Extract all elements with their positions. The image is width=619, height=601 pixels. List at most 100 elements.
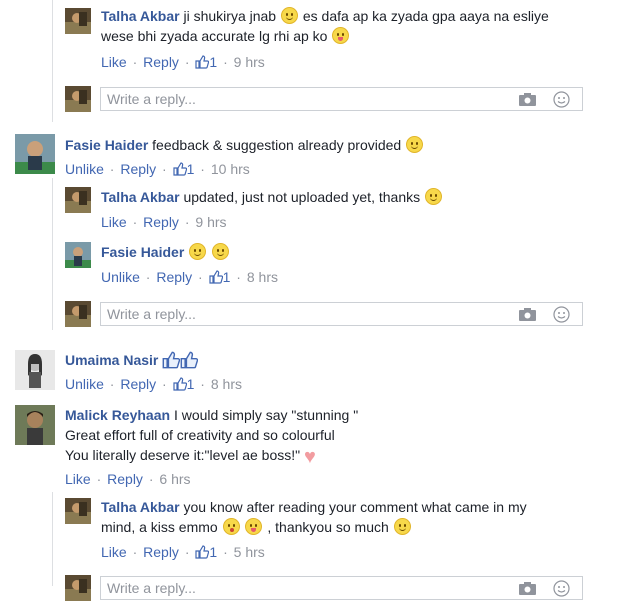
comment-text: wese bhi zyada accurate lg rhi ap ko bbox=[101, 28, 332, 44]
comment-actions: Like · Reply · 9 hrs bbox=[101, 214, 227, 230]
comment-author[interactable]: Umaima Nasir bbox=[65, 352, 158, 368]
thumbs-up-icon bbox=[180, 351, 199, 369]
thread-line bbox=[52, 0, 53, 122]
camera-icon[interactable] bbox=[519, 308, 536, 321]
smiley-emoji bbox=[406, 136, 424, 153]
tongue-emoji bbox=[332, 27, 350, 44]
heart-emoji: ♥ bbox=[304, 446, 316, 468]
avatar-talha bbox=[65, 86, 91, 112]
smiley-emoji bbox=[393, 518, 411, 535]
timestamp[interactable]: 8 hrs bbox=[247, 269, 278, 285]
timestamp[interactable]: 9 hrs bbox=[234, 54, 265, 70]
smiley-emoji bbox=[189, 243, 207, 260]
like-count[interactable]: 1 bbox=[223, 269, 231, 285]
thumbs-up-icon[interactable] bbox=[195, 545, 210, 559]
comment-body: Talha Akbar updated, just not uploaded y… bbox=[101, 187, 601, 207]
avatar-talha[interactable] bbox=[65, 498, 91, 524]
like-button[interactable]: Like bbox=[101, 54, 127, 70]
timestamp[interactable]: 9 hrs bbox=[195, 214, 226, 230]
reply-input[interactable] bbox=[107, 91, 487, 107]
reply-button[interactable]: Reply bbox=[143, 214, 179, 230]
unlike-button[interactable]: Unlike bbox=[65, 161, 104, 177]
thumbs-up-icon[interactable] bbox=[173, 377, 187, 391]
comment-body: Malick Reyhaan I would simply say "stunn… bbox=[65, 405, 605, 467]
comment-body: Umaima Nasir bbox=[65, 350, 605, 370]
timestamp[interactable]: 6 hrs bbox=[159, 471, 190, 487]
thumbs-up-icon[interactable] bbox=[195, 55, 210, 69]
kiss-emoji bbox=[222, 518, 240, 535]
comment-text: feedback & suggestion already provided bbox=[148, 137, 406, 153]
comment-body: Talha Akbar you know after reading your … bbox=[101, 497, 601, 537]
smiley-emoji bbox=[280, 7, 298, 24]
smiley-icon[interactable] bbox=[553, 580, 570, 597]
comment-text: ji shukirya jnab bbox=[179, 8, 280, 24]
reply-box bbox=[100, 302, 583, 326]
reply-button[interactable]: Reply bbox=[107, 471, 143, 487]
comment-actions: Like · Reply · 1 · 9 hrs bbox=[101, 54, 265, 70]
reply-button[interactable]: Reply bbox=[143, 54, 179, 70]
thumbs-up-icon bbox=[162, 351, 181, 369]
camera-icon[interactable] bbox=[519, 582, 536, 595]
reply-box bbox=[100, 87, 583, 111]
comment-author[interactable]: Fasie Haider bbox=[65, 137, 148, 153]
avatar-talha bbox=[65, 575, 91, 601]
comment-author[interactable]: Talha Akbar bbox=[101, 8, 180, 24]
like-count[interactable]: 1 bbox=[187, 376, 195, 392]
like-button[interactable]: Like bbox=[101, 544, 127, 560]
comment-text: I would simply say "stunning " bbox=[170, 407, 359, 423]
unlike-button[interactable]: Unlike bbox=[65, 376, 104, 392]
reply-button[interactable]: Reply bbox=[120, 376, 156, 392]
avatar-malick[interactable] bbox=[15, 405, 55, 445]
like-count[interactable]: 1 bbox=[209, 544, 217, 560]
thread-line bbox=[52, 492, 53, 586]
timestamp[interactable]: 10 hrs bbox=[211, 161, 250, 177]
avatar-talha[interactable] bbox=[65, 8, 91, 34]
unlike-button[interactable]: Unlike bbox=[101, 269, 140, 285]
like-count[interactable]: 1 bbox=[187, 161, 195, 177]
comment-body: Talha Akbar ji shukirya jnab es dafa ap … bbox=[101, 6, 601, 46]
comment-text: Great effort full of creativity and so c… bbox=[65, 427, 335, 443]
comment-body: Fasie Haider feedback & suggestion alrea… bbox=[65, 135, 605, 155]
reply-button[interactable]: Reply bbox=[156, 269, 192, 285]
comment-author[interactable]: Talha Akbar bbox=[101, 189, 180, 205]
tongue-emoji bbox=[245, 518, 263, 535]
camera-icon[interactable] bbox=[519, 93, 536, 106]
avatar-fasie[interactable] bbox=[15, 134, 55, 174]
comment-actions: Like · Reply · 1 · 5 hrs bbox=[101, 544, 265, 560]
smiley-emoji bbox=[212, 243, 230, 260]
timestamp[interactable]: 5 hrs bbox=[234, 544, 265, 560]
comment-text: You literally deserve it:"level ae boss!… bbox=[65, 447, 304, 463]
comment-text: mind, a kiss emmo bbox=[101, 519, 222, 535]
comment-text: updated, just not uploaded yet, thanks bbox=[179, 189, 424, 205]
comment-author[interactable]: Fasie Haider bbox=[101, 244, 184, 260]
comment-body: Fasie Haider bbox=[101, 242, 601, 262]
timestamp[interactable]: 8 hrs bbox=[211, 376, 242, 392]
comment-actions: Unlike · Reply · 1 · 8 hrs bbox=[65, 376, 242, 392]
avatar-fasie[interactable] bbox=[65, 242, 91, 268]
reply-box bbox=[100, 576, 583, 600]
thumbs-up-icon[interactable] bbox=[173, 162, 187, 176]
thumbs-up-icon[interactable] bbox=[209, 270, 223, 284]
comment-text: es dafa ap ka zyada gpa aaya na esliye bbox=[298, 8, 549, 24]
avatar-talha bbox=[65, 301, 91, 327]
thread-line bbox=[52, 178, 53, 330]
reply-button[interactable]: Reply bbox=[143, 544, 179, 560]
smiley-emoji bbox=[425, 188, 442, 205]
like-count[interactable]: 1 bbox=[209, 54, 217, 70]
comment-text: , thankyou so much bbox=[263, 519, 393, 535]
smiley-icon[interactable] bbox=[553, 306, 570, 323]
reply-input[interactable] bbox=[107, 306, 487, 322]
reply-input[interactable] bbox=[107, 580, 487, 596]
comment-actions: Unlike · Reply · 1 · 10 hrs bbox=[65, 161, 250, 177]
like-button[interactable]: Like bbox=[65, 471, 91, 487]
comment-author[interactable]: Malick Reyhaan bbox=[65, 407, 170, 423]
comment-actions: Like · Reply · 6 hrs bbox=[65, 471, 191, 487]
comment-author[interactable]: Talha Akbar bbox=[101, 499, 180, 515]
avatar-talha[interactable] bbox=[65, 187, 91, 213]
avatar-umaima[interactable] bbox=[15, 350, 55, 390]
reply-button[interactable]: Reply bbox=[120, 161, 156, 177]
comment-text: you know after reading your comment what… bbox=[179, 499, 527, 515]
comment-actions: Unlike · Reply · 1 · 8 hrs bbox=[101, 269, 278, 285]
like-button[interactable]: Like bbox=[101, 214, 127, 230]
smiley-icon[interactable] bbox=[553, 91, 570, 108]
